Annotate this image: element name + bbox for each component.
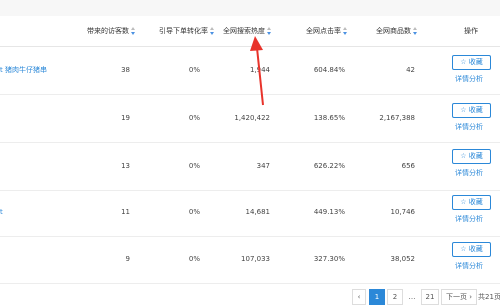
detail-analysis-link[interactable]: 详情分析 <box>455 74 483 84</box>
detail-analysis-link[interactable]: 详情分析 <box>455 214 483 224</box>
sort-icon[interactable] <box>343 27 348 35</box>
table-row: t 猪肉牛仔猪串 38 0% 1,944 604.84% 42 ☆ 收藏 详情分… <box>0 47 500 95</box>
header-action-label: 操作 <box>464 27 478 35</box>
collect-button[interactable]: ☆ 收藏 <box>452 195 491 210</box>
header-ctr[interactable]: 全网点击率 <box>300 22 348 40</box>
products-value: 10,746 <box>390 208 416 216</box>
sort-icon[interactable] <box>413 27 418 35</box>
top-strip <box>0 0 500 16</box>
table-row: 13 0% 347 626.22% 656 ☆ 收藏 详情分析 <box>0 143 500 191</box>
header-products-label: 全网商品数 <box>376 27 411 35</box>
table-header: 带来的访客数 引导下单转化率 全网搜索热度 全网点击率 全网商品数 操作 <box>0 16 500 47</box>
page-1-button[interactable]: 1 <box>369 289 385 305</box>
search-heat-value: 347 <box>256 162 270 170</box>
search-heat-value: 14,681 <box>245 208 271 216</box>
visitors-value: 38 <box>121 66 130 74</box>
sort-icon[interactable] <box>210 27 215 35</box>
search-heat-value: 1,420,422 <box>234 114 270 122</box>
total-pages-label: 共21页 <box>477 289 500 305</box>
conversion-value: 0% <box>188 162 200 170</box>
products-value: 42 <box>406 66 415 74</box>
conversion-value: 0% <box>188 114 200 122</box>
table-row: t 11 0% 14,681 449.13% 10,746 ☆ 收藏 详情分析 <box>0 189 500 237</box>
table-row: 19 0% 1,420,422 138.65% 2,167,388 ☆ 收藏 详… <box>0 95 500 143</box>
header-visitors[interactable]: 带来的访客数 <box>86 22 136 40</box>
collect-button[interactable]: ☆ 收藏 <box>452 103 491 118</box>
detail-analysis-link[interactable]: 详情分析 <box>455 261 483 271</box>
header-products[interactable]: 全网商品数 <box>370 22 418 40</box>
next-page-button[interactable]: 下一页 › <box>441 289 477 305</box>
products-value: 656 <box>401 162 415 170</box>
ctr-value: 327.30% <box>313 255 345 263</box>
header-search-heat[interactable]: 全网搜索热度 <box>222 22 272 40</box>
table-row: 9 0% 107,033 327.30% 38,052 ☆ 收藏 详情分析 <box>0 236 500 284</box>
products-value: 38,052 <box>390 255 416 263</box>
conversion-value: 0% <box>188 66 200 74</box>
conversion-value: 0% <box>188 208 200 216</box>
page-21-button[interactable]: 21 <box>421 289 439 305</box>
prev-page-button[interactable]: ‹ <box>352 289 366 305</box>
products-value: 2,167,388 <box>379 114 415 122</box>
collect-button[interactable]: ☆ 收藏 <box>452 55 491 70</box>
ctr-value: 449.13% <box>313 208 345 216</box>
sort-icon[interactable] <box>131 27 136 35</box>
ctr-value: 626.22% <box>313 162 345 170</box>
keyword-link[interactable]: t <box>0 189 80 236</box>
keyword-link[interactable]: t 猪肉牛仔猪串 <box>0 47 80 94</box>
header-ctr-label: 全网点击率 <box>306 27 341 35</box>
search-heat-value: 107,033 <box>241 255 270 263</box>
header-action: 操作 <box>458 22 484 40</box>
keyword-link[interactable] <box>0 236 80 283</box>
pagination: ‹ 1 2 … 21 下一页 › 共21页 <box>0 287 500 305</box>
visitors-value: 13 <box>121 162 130 170</box>
collect-button[interactable]: ☆ 收藏 <box>452 149 491 164</box>
sort-icon[interactable] <box>267 27 272 35</box>
conversion-value: 0% <box>188 255 200 263</box>
keyword-link[interactable] <box>0 143 80 190</box>
page-2-button[interactable]: 2 <box>387 289 403 305</box>
visitors-value: 11 <box>121 208 130 216</box>
detail-analysis-link[interactable]: 详情分析 <box>455 168 483 178</box>
header-conversion-label: 引导下单转化率 <box>159 27 208 35</box>
keyword-link[interactable] <box>0 95 80 142</box>
visitors-value: 9 <box>125 255 130 263</box>
search-heat-value: 1,944 <box>249 66 270 74</box>
header-search-heat-label: 全网搜索热度 <box>223 27 265 35</box>
header-visitors-label: 带来的访客数 <box>87 27 129 35</box>
visitors-value: 19 <box>121 114 130 122</box>
pagination-ellipsis: … <box>405 289 419 305</box>
ctr-value: 138.65% <box>313 114 345 122</box>
header-conversion[interactable]: 引导下单转化率 <box>150 22 215 40</box>
collect-button[interactable]: ☆ 收藏 <box>452 242 491 257</box>
detail-analysis-link[interactable]: 详情分析 <box>455 122 483 132</box>
ctr-value: 604.84% <box>313 66 345 74</box>
